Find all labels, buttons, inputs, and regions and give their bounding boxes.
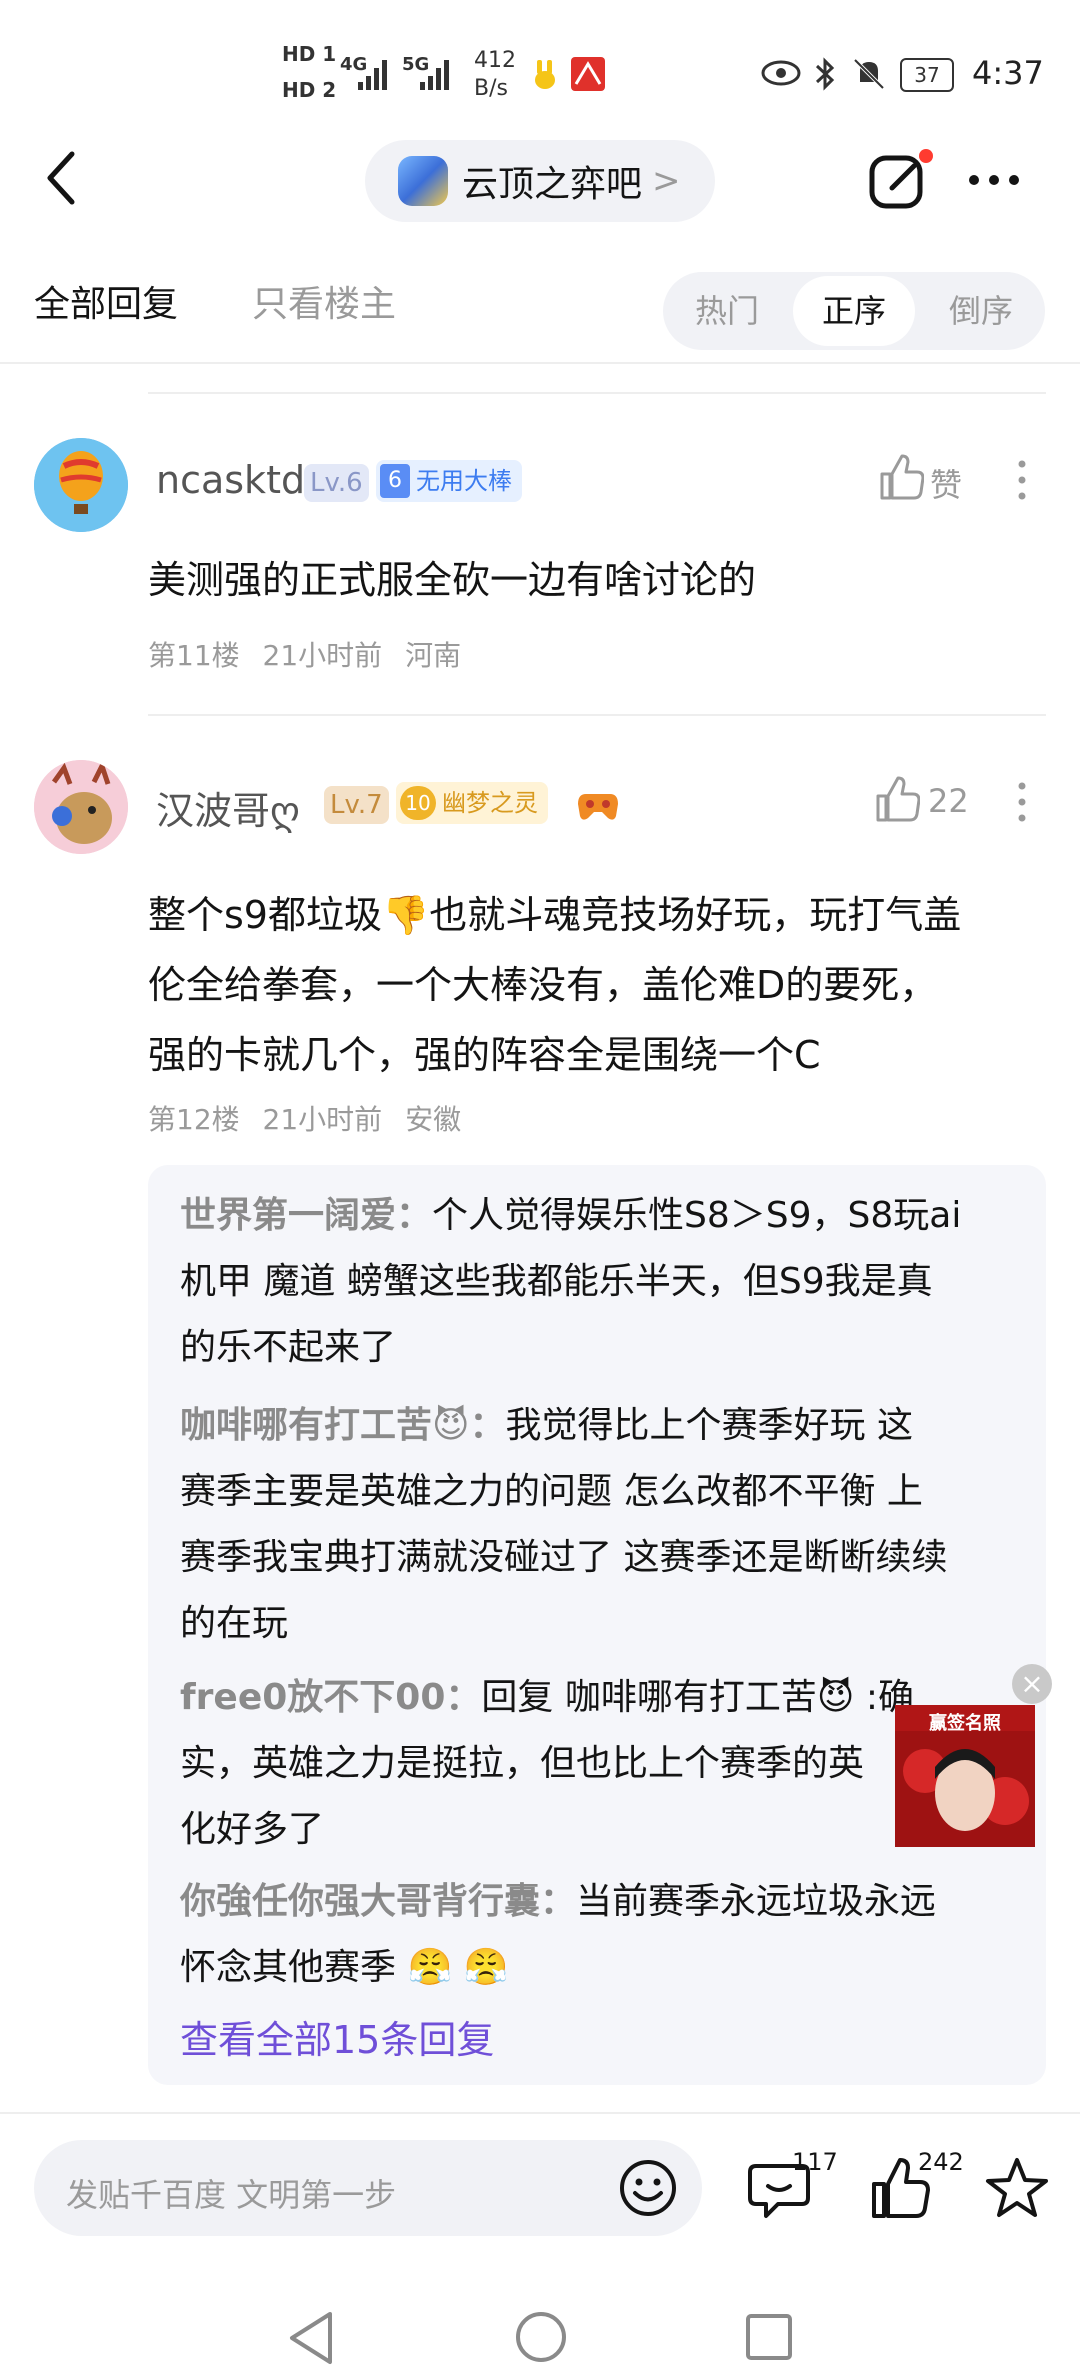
sub-reply[interactable]: 世界第一阔爱：个人觉得娱乐性S8＞S9，S8玩ai 机甲 魔道 螃蟹这些我都能乐…	[180, 1183, 1030, 1381]
battery-icon: 37	[900, 58, 954, 92]
hd2-indicator: HD 2	[282, 78, 337, 102]
fan-badge-number: 6	[380, 464, 410, 498]
username[interactable]: 汉波哥ღ	[156, 780, 300, 835]
star-icon[interactable]	[984, 2156, 1050, 2220]
post-meta: 第11楼 21小时前 河南	[148, 634, 461, 674]
reply-text: 怀念其他赛季 😤 😤	[180, 1947, 509, 1988]
gamepad-icon	[578, 794, 618, 820]
more-options-icon[interactable]	[1014, 458, 1030, 502]
sort-selector: 热门 正序 倒序	[663, 272, 1045, 350]
signal-icon	[358, 60, 387, 90]
app-notification-icon	[571, 57, 605, 91]
reply-author[interactable]: 你強任你强大哥背行囊：	[180, 1881, 576, 1922]
avatar[interactable]	[34, 438, 128, 532]
reply-text: 机甲 魔道 螃蟹这些我都能乐半天，但S9我是真	[180, 1261, 933, 1302]
system-navigation-bar	[0, 2260, 1080, 2376]
capybara-avatar-icon	[34, 760, 128, 854]
post-location: 河南	[405, 639, 462, 672]
fan-badge-label: 无用大棒	[416, 467, 512, 495]
sort-ascending[interactable]: 正序	[793, 276, 915, 346]
more-menu-icon[interactable]	[966, 170, 1026, 190]
divider	[0, 2112, 1080, 2114]
forum-avatar	[398, 156, 448, 206]
floor-number: 第12楼	[148, 1103, 240, 1136]
view-all-replies-link[interactable]: 查看全部15条回复	[180, 2009, 494, 2064]
forum-name: 云顶之弈吧	[462, 164, 643, 205]
reply-text: 的在玩	[180, 1603, 289, 1644]
system-back-icon[interactable]	[286, 2310, 336, 2366]
more-options-icon[interactable]	[1014, 780, 1030, 824]
rabbit-app-icon	[535, 60, 555, 89]
battery-level: 37	[914, 63, 940, 87]
post-content: 美测强的正式服全砍一边有啥讨论的	[148, 558, 757, 602]
reply-author[interactable]: free0放不下00：	[180, 1677, 481, 1718]
reply-text: 的乐不起来了	[180, 1327, 397, 1368]
post-location: 安徽	[405, 1103, 462, 1136]
reply-text: 赛季我宝典打满就没碰过了 这赛季还是断断续续	[180, 1537, 948, 1578]
divider	[148, 392, 1046, 394]
username[interactable]: ncasktd	[156, 458, 305, 502]
reply-text: 我觉得比上个赛季好玩 这	[505, 1405, 913, 1446]
reply-text: 赛季主要是英雄之力的问题 怎么改都不平衡 上	[180, 1471, 923, 1512]
network-speed-value: 412	[474, 48, 516, 73]
fan-badge-label: 幽梦之灵	[442, 789, 538, 817]
ad-banner[interactable]: 赢签名照	[895, 1705, 1035, 1847]
tab-all-replies[interactable]: 全部回复	[34, 275, 178, 327]
mute-bell-icon	[853, 58, 885, 90]
fan-badge-number: 10	[400, 786, 436, 820]
divider	[0, 362, 1080, 364]
back-arrow-icon[interactable]	[42, 148, 82, 208]
comment-count: 117	[792, 2148, 838, 2176]
reply-text: 回复 咖啡哪有打工苦😈 :确	[481, 1677, 914, 1718]
system-home-icon[interactable]	[514, 2310, 568, 2364]
sub-reply[interactable]: 你強任你强大哥背行囊：当前赛季永远垃圾永远 怀念其他赛季 😤 😤	[180, 1869, 1030, 2001]
fan-badge: 10 幽梦之灵	[396, 782, 548, 824]
close-icon[interactable]: ×	[1012, 1664, 1052, 1704]
level-badge: Lv.6	[304, 464, 369, 502]
post-content: 整个s9都垃圾👎也就斗魂竞技场好玩，玩打气盖 伦全给拳套，一个大棒没有，盖伦难D…	[148, 880, 961, 1090]
sort-descending[interactable]: 倒序	[917, 272, 1045, 350]
reply-text: 当前赛季永远垃圾永远	[576, 1881, 937, 1922]
post-content-line: 整个s9都垃圾👎也就斗魂竞技场好玩，玩打气盖	[148, 893, 962, 937]
network-speed-unit: B/s	[474, 76, 508, 101]
reply-author[interactable]: 咖啡哪有打工苦😈：	[180, 1405, 506, 1446]
post-time: 21小时前	[262, 1103, 383, 1136]
post-content-line: 强的卡就几个，强的阵容全是围绕一个C	[148, 1033, 821, 1077]
post-content-line: 伦全给拳套，一个大棒没有，盖伦难D的要死，	[148, 963, 938, 1007]
like-count: 242	[918, 2148, 964, 2176]
comment-input-placeholder: 发贴千百度 文明第一步	[66, 2176, 397, 2214]
comment-input[interactable]: 发贴千百度 文明第一步	[34, 2140, 702, 2236]
like-count: 22	[928, 782, 969, 820]
eye-icon	[761, 60, 801, 86]
tab-owner-only[interactable]: 只看楼主	[252, 275, 396, 327]
clock: 4:37	[972, 54, 1044, 92]
sub-replies-box[interactable]: 世界第一阔爱：个人觉得娱乐性S8＞S9，S8玩ai 机甲 魔道 螃蟹这些我都能乐…	[148, 1165, 1046, 2085]
hd1-indicator: HD 1	[282, 42, 337, 66]
forum-pill[interactable]: 云顶之弈吧 >	[365, 140, 715, 222]
floor-number: 第11楼	[148, 639, 240, 672]
sort-hot[interactable]: 热门	[663, 272, 791, 350]
thumbs-up-icon[interactable]	[878, 454, 924, 502]
thumbs-up-icon[interactable]	[874, 776, 920, 824]
reply-text: 个人觉得娱乐性S8＞S9，S8玩ai	[432, 1195, 962, 1236]
sub-reply[interactable]: 咖啡哪有打工苦😈：我觉得比上个赛季好玩 这 赛季主要是英雄之力的问题 怎么改都不…	[180, 1393, 1030, 1657]
post-meta: 第12楼 21小时前 安徽	[148, 1098, 461, 1138]
like-label[interactable]: 赞	[930, 460, 962, 506]
chevron-right-icon: >	[652, 161, 681, 201]
status-bar: HD 1 HD 2 4G 5G 412 B/s 37 4:37	[0, 0, 1080, 130]
level-badge: Lv.7	[324, 786, 389, 824]
system-recents-icon[interactable]	[744, 2312, 794, 2362]
bluetooth-icon	[815, 57, 835, 91]
divider	[148, 714, 1046, 716]
fan-badge: 6 无用大棒	[376, 460, 522, 502]
post-time: 21小时前	[262, 639, 383, 672]
emoji-icon[interactable]	[618, 2158, 678, 2218]
edit-icon[interactable]	[866, 148, 936, 214]
ad-portrait-image	[895, 1731, 1035, 1847]
hot-air-balloon-icon	[34, 438, 128, 532]
avatar[interactable]	[34, 760, 128, 854]
reply-author[interactable]: 世界第一阔爱：	[180, 1195, 432, 1236]
signal-icon	[420, 60, 449, 90]
